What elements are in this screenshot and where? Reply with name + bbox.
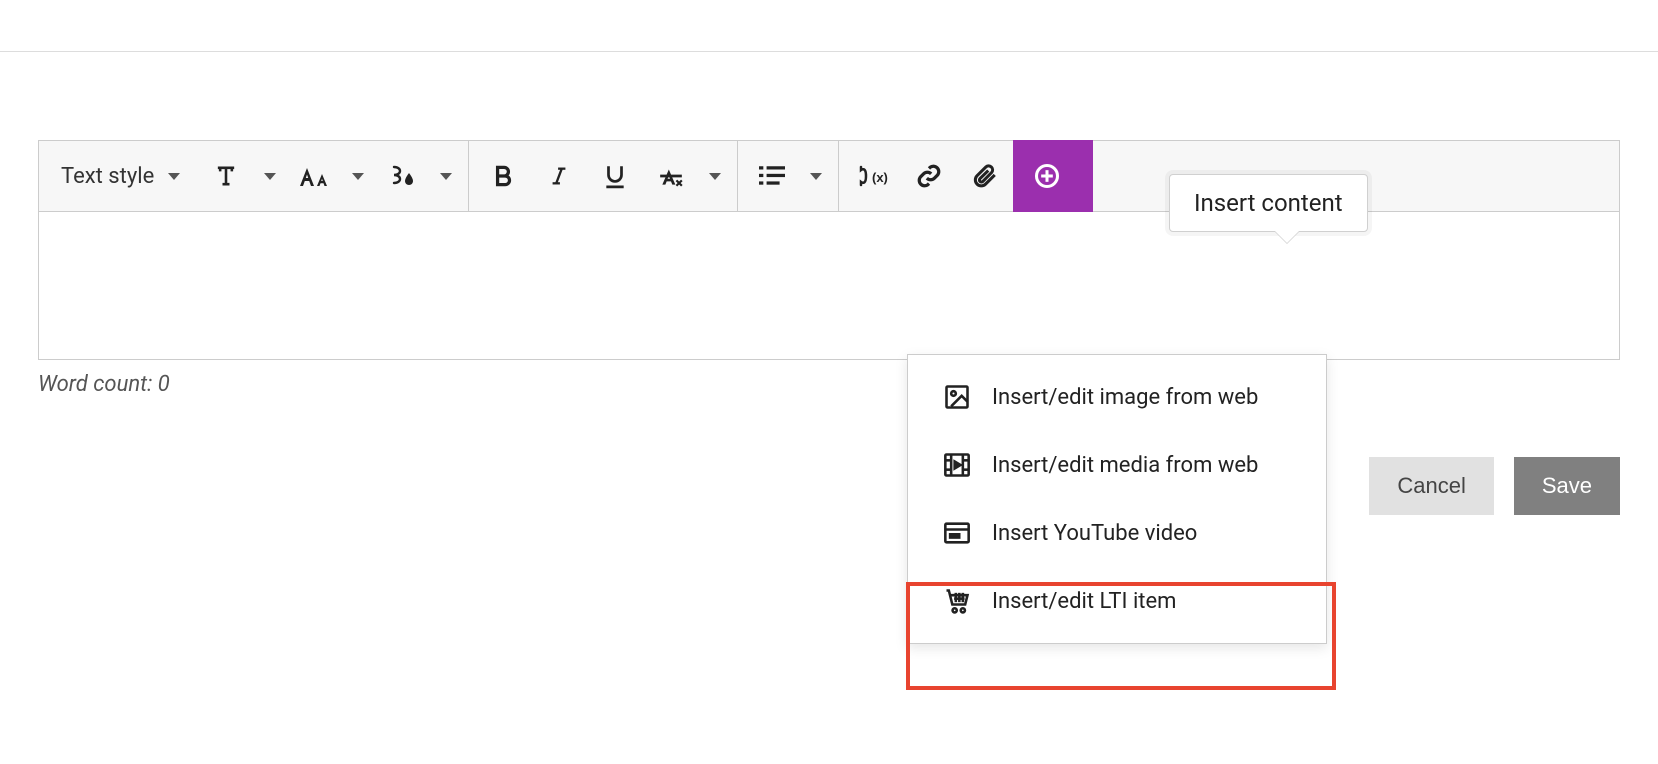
plus-circle-icon xyxy=(1033,162,1061,190)
paperclip-icon xyxy=(972,162,998,190)
italic-button[interactable] xyxy=(531,148,587,204)
bold-icon xyxy=(490,163,516,189)
link-icon xyxy=(915,163,943,189)
dropdown-item-label: Insert/edit LTI item xyxy=(992,589,1176,614)
word-count-label: Word count: 0 xyxy=(38,372,1620,397)
text-color-button[interactable] xyxy=(374,148,430,204)
font-family-button[interactable] xyxy=(198,148,254,204)
text-color-icon xyxy=(387,163,417,189)
chevron-down-icon xyxy=(352,173,364,180)
dropdown-item-label: Insert/edit media from web xyxy=(992,453,1258,478)
action-bar: Cancel Save xyxy=(38,457,1620,515)
insert-content-button[interactable] xyxy=(1013,140,1093,212)
dropdown-item-label: Insert YouTube video xyxy=(992,521,1197,546)
chevron-down-icon xyxy=(440,173,452,180)
bold-button[interactable] xyxy=(475,148,531,204)
font-family-icon xyxy=(211,162,241,190)
save-button[interactable]: Save xyxy=(1514,457,1620,515)
top-bar xyxy=(0,0,1658,52)
text-style-dropdown[interactable]: Text style xyxy=(45,148,198,204)
text-style-label: Text style xyxy=(61,164,154,189)
tooltip-label: Insert content xyxy=(1194,189,1343,217)
chevron-down-icon xyxy=(810,173,822,180)
insert-content-tooltip: Insert content xyxy=(1169,174,1368,232)
font-family-dropdown[interactable] xyxy=(254,148,286,204)
toolbar-group-insert: (x) xyxy=(839,141,1093,211)
film-icon xyxy=(942,451,972,479)
font-size-dropdown[interactable] xyxy=(342,148,374,204)
font-size-button[interactable] xyxy=(286,148,342,204)
link-button[interactable] xyxy=(901,148,957,204)
insert-lti-item[interactable]: Insert/edit LTI item xyxy=(908,567,1326,635)
insert-youtube-item[interactable]: Insert YouTube video xyxy=(908,499,1326,567)
shopping-cart-icon xyxy=(942,587,972,615)
dropdown-item-label: Insert/edit image from web xyxy=(992,385,1258,410)
editor-container: Insert content Text style xyxy=(0,140,1658,515)
list-button[interactable] xyxy=(744,148,800,204)
editor-toolbar: Text style xyxy=(38,140,1620,212)
more-format-dropdown[interactable] xyxy=(699,148,731,204)
chevron-down-icon xyxy=(709,173,721,180)
formula-icon: (x) xyxy=(857,163,889,189)
italic-icon xyxy=(548,163,570,189)
youtube-icon xyxy=(942,519,972,547)
image-icon xyxy=(942,383,972,411)
list-icon xyxy=(759,165,785,187)
toolbar-group-list xyxy=(738,141,839,211)
strikethrough-button[interactable] xyxy=(643,148,699,204)
chevron-down-icon xyxy=(264,173,276,180)
underline-button[interactable] xyxy=(587,148,643,204)
toolbar-group-styles: Text style xyxy=(39,141,469,211)
text-color-dropdown[interactable] xyxy=(430,148,462,204)
chevron-down-icon xyxy=(168,173,180,180)
font-size-icon xyxy=(297,162,331,190)
insert-image-item[interactable]: Insert/edit image from web xyxy=(908,363,1326,431)
svg-text:(x): (x) xyxy=(872,170,888,185)
strikethrough-icon xyxy=(657,163,685,189)
editor-content-area[interactable] xyxy=(38,212,1620,360)
attachment-button[interactable] xyxy=(957,148,1013,204)
cancel-button[interactable]: Cancel xyxy=(1369,457,1493,515)
list-dropdown[interactable] xyxy=(800,148,832,204)
toolbar-group-format xyxy=(469,141,738,211)
insert-media-item[interactable]: Insert/edit media from web xyxy=(908,431,1326,499)
formula-button[interactable]: (x) xyxy=(845,148,901,204)
insert-content-dropdown: Insert/edit image from web Insert/edit m… xyxy=(907,354,1327,644)
underline-icon xyxy=(602,162,628,190)
